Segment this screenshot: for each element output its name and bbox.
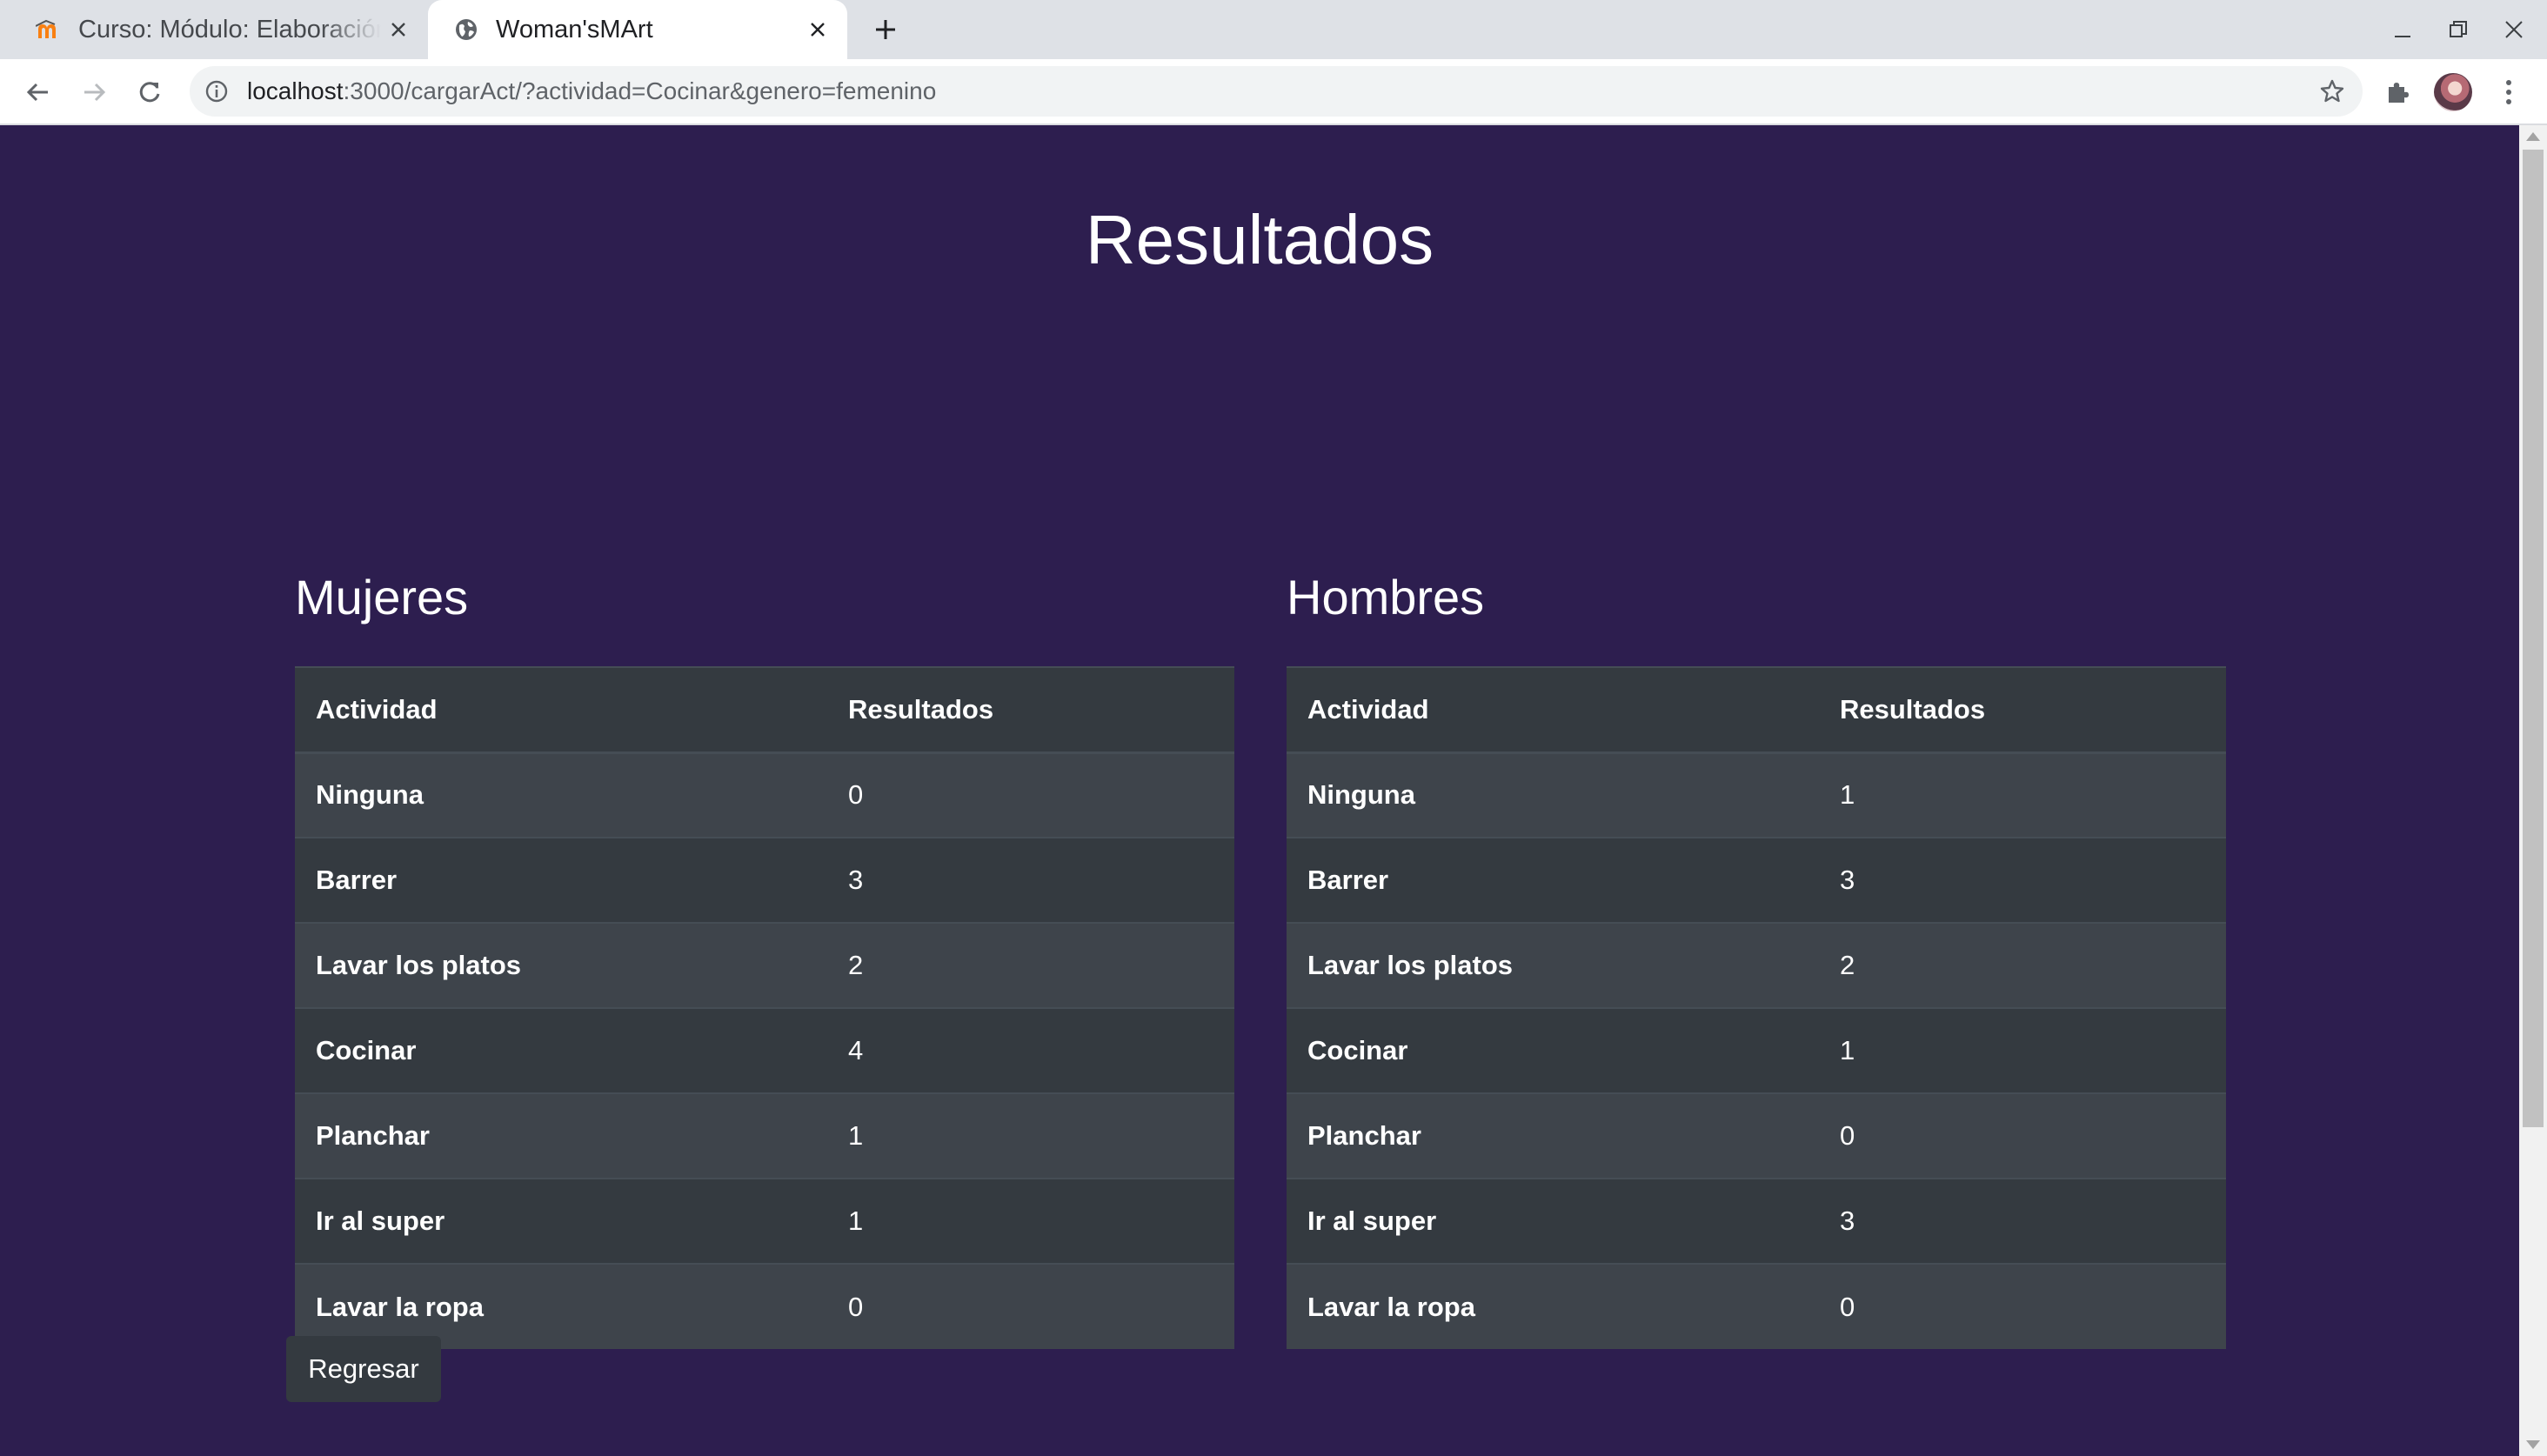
- women-results-table: Actividad Resultados Ninguna 0 Barrer 3 La…: [295, 666, 1234, 1349]
- men-results-table: Actividad Resultados Ninguna 1 Barrer 3 La…: [1287, 666, 2226, 1349]
- page-title: Resultados: [1085, 201, 1434, 278]
- table-row: Planchar 1: [295, 1092, 1234, 1179]
- url-host: localhost: [247, 77, 344, 104]
- table-row: Ninguna 0: [295, 751, 1234, 838]
- table-row: Barrer 3: [1287, 837, 2226, 923]
- column-header-activity: Actividad: [295, 666, 827, 754]
- table-row: Barrer 3: [295, 837, 1234, 923]
- extensions-puzzle-icon[interactable]: [2377, 71, 2418, 113]
- url-path: :3000/cargarAct/?actividad=Cocinar&gener…: [343, 77, 937, 104]
- result-cell: 1: [827, 1092, 1234, 1179]
- activity-cell: Ninguna: [295, 751, 827, 838]
- activity-cell: Cocinar: [1287, 1007, 1819, 1093]
- result-cell: 4: [827, 1007, 1234, 1093]
- reload-icon[interactable]: [129, 71, 170, 113]
- activity-cell: Planchar: [295, 1092, 827, 1179]
- activity-cell: Ir al super: [1287, 1178, 1819, 1264]
- close-window-icon[interactable]: [2493, 9, 2535, 50]
- table-row: Lavar la ropa 0: [1287, 1263, 2226, 1349]
- new-tab-plus-icon[interactable]: [866, 10, 905, 49]
- table-row: Cocinar 1: [1287, 1007, 2226, 1093]
- activity-cell: Cocinar: [295, 1007, 827, 1093]
- result-cell: 1: [1819, 1007, 2226, 1093]
- column-header-results: Resultados: [827, 666, 1234, 754]
- activity-cell: Ir al super: [295, 1178, 827, 1264]
- bookmark-star-icon[interactable]: [2316, 75, 2349, 108]
- minimize-icon[interactable]: [2382, 9, 2423, 50]
- result-cell: 0: [827, 751, 1234, 838]
- activity-cell: Lavar la ropa: [1287, 1263, 1819, 1349]
- result-cell: 1: [827, 1178, 1234, 1264]
- moodle-icon: [35, 16, 63, 43]
- globe-icon: [452, 16, 480, 43]
- kebab-menu-icon[interactable]: [2491, 71, 2526, 113]
- tab-womansmart[interactable]: Woman'sMArt: [428, 0, 847, 59]
- result-cell: 3: [1819, 837, 2226, 923]
- back-arrow-icon[interactable]: [17, 71, 59, 113]
- activity-cell: Lavar los platos: [1287, 922, 1819, 1008]
- table-row: Lavar los platos 2: [1287, 922, 2226, 1008]
- table-row: Lavar los platos 2: [295, 922, 1234, 1008]
- result-cell: 1: [1819, 751, 2226, 838]
- result-cell: 0: [827, 1263, 1234, 1349]
- result-cell: 3: [1819, 1178, 2226, 1264]
- table-row: Planchar 0: [1287, 1092, 2226, 1179]
- table-header-row: Actividad Resultados: [295, 666, 1234, 754]
- close-tab-icon[interactable]: [800, 12, 835, 47]
- address-bar[interactable]: localhost:3000/cargarAct/?actividad=Coci…: [190, 66, 2363, 117]
- scroll-down-arrow-icon[interactable]: [2526, 1440, 2540, 1449]
- activity-cell: Barrer: [295, 837, 827, 923]
- men-heading: Hombres: [1287, 570, 1485, 624]
- result-cell: 2: [827, 922, 1234, 1008]
- result-cell: 3: [827, 837, 1234, 923]
- tab-title: Woman'sMArt: [496, 15, 653, 43]
- table-header-row: Actividad Resultados: [1287, 666, 2226, 754]
- close-tab-icon[interactable]: [381, 12, 416, 47]
- activity-cell: Barrer: [1287, 837, 1819, 923]
- activity-cell: Planchar: [1287, 1092, 1819, 1179]
- table-row: Ir al super 1: [295, 1178, 1234, 1264]
- scroll-up-arrow-icon[interactable]: [2526, 132, 2540, 141]
- tab-title: Curso: Módulo: Elaboración: [78, 15, 381, 43]
- women-heading: Mujeres: [295, 570, 469, 624]
- result-cell: 2: [1819, 922, 2226, 1008]
- column-header-results: Resultados: [1819, 666, 2226, 754]
- tab-moodle-course[interactable]: Curso: Módulo: Elaboración: [21, 0, 428, 59]
- tab-strip: Curso: Módulo: Elaboración Woman'sMArt: [0, 0, 2547, 59]
- restore-icon[interactable]: [2437, 9, 2479, 50]
- table-row: Ninguna 1: [1287, 751, 2226, 838]
- url-text: localhost:3000/cargarAct/?actividad=Coci…: [247, 77, 936, 105]
- result-cell: 0: [1819, 1092, 2226, 1179]
- profile-avatar[interactable]: [2434, 73, 2472, 111]
- table-row: Ir al super 3: [1287, 1178, 2226, 1264]
- activity-cell: Ninguna: [1287, 751, 1819, 838]
- scrollbar-thumb[interactable]: [2523, 150, 2544, 1127]
- vertical-scrollbar[interactable]: [2519, 125, 2547, 1456]
- browser-toolbar: localhost:3000/cargarAct/?actividad=Coci…: [0, 59, 2547, 125]
- column-header-activity: Actividad: [1287, 666, 1819, 754]
- forward-arrow-icon[interactable]: [73, 71, 115, 113]
- info-icon[interactable]: [202, 77, 231, 106]
- back-button[interactable]: Regresar: [286, 1336, 441, 1402]
- activity-cell: Lavar los platos: [295, 922, 827, 1008]
- result-cell: 0: [1819, 1263, 2226, 1349]
- table-row: Cocinar 4: [295, 1007, 1234, 1093]
- page-viewport: Resultados Mujeres Actividad Resultados …: [0, 125, 2519, 1456]
